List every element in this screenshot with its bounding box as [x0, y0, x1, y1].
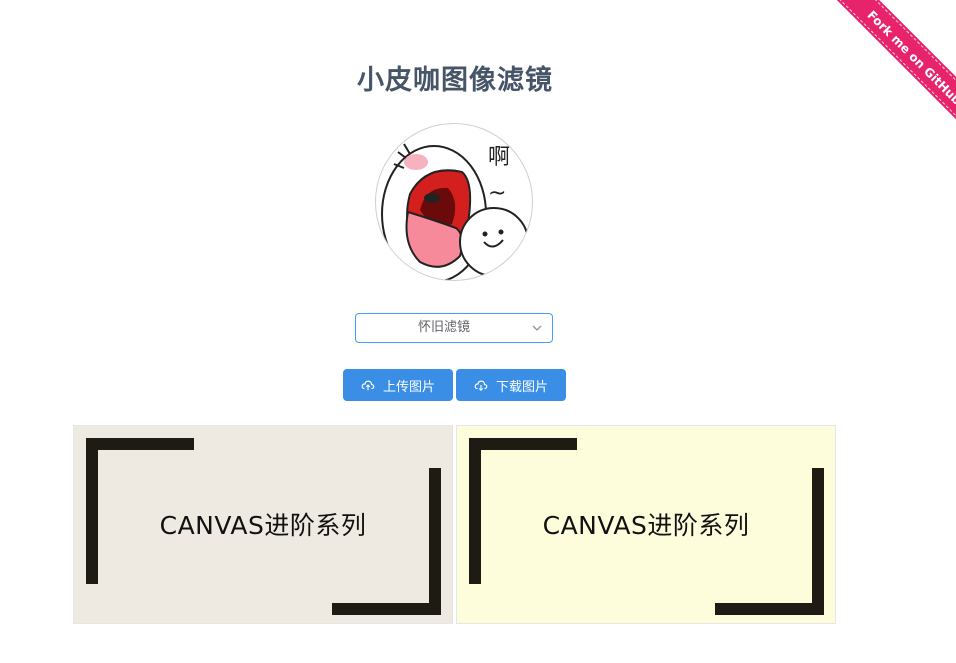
avatar-caption-text: 啊 [488, 145, 510, 170]
page-title: 小皮咖图像滤镜 [357, 65, 553, 96]
upload-image-button[interactable]: 上传图片 [343, 369, 453, 401]
download-image-button[interactable]: 下载图片 [456, 369, 566, 401]
filtered-image-canvas: CANVAS进阶系列 [456, 425, 836, 624]
chevron-down-icon [532, 325, 542, 331]
original-canvas-text: CANVAS进阶系列 [159, 511, 367, 540]
screaming-face-illustration: 啊 ~ [381, 143, 529, 280]
avatar-image: 啊 ~ [375, 123, 533, 281]
upload-cloud-icon [361, 380, 375, 391]
filter-select-value: 怀旧滤镜 [417, 320, 470, 335]
avatar-tilde: ~ [488, 181, 506, 206]
download-button-label: 下载图片 [495, 379, 548, 395]
filter-select[interactable]: 怀旧滤镜 [355, 313, 553, 343]
download-cloud-icon [474, 380, 488, 392]
app-page: Fork me on GitHub 小皮咖图像滤镜 啊 ~ 怀旧滤镜 上传图片 … [0, 0, 956, 663]
upload-button-label: 上传图片 [382, 379, 435, 395]
filtered-canvas-text: CANVAS进阶系列 [542, 511, 750, 540]
original-image-canvas: CANVAS进阶系列 [73, 425, 453, 624]
